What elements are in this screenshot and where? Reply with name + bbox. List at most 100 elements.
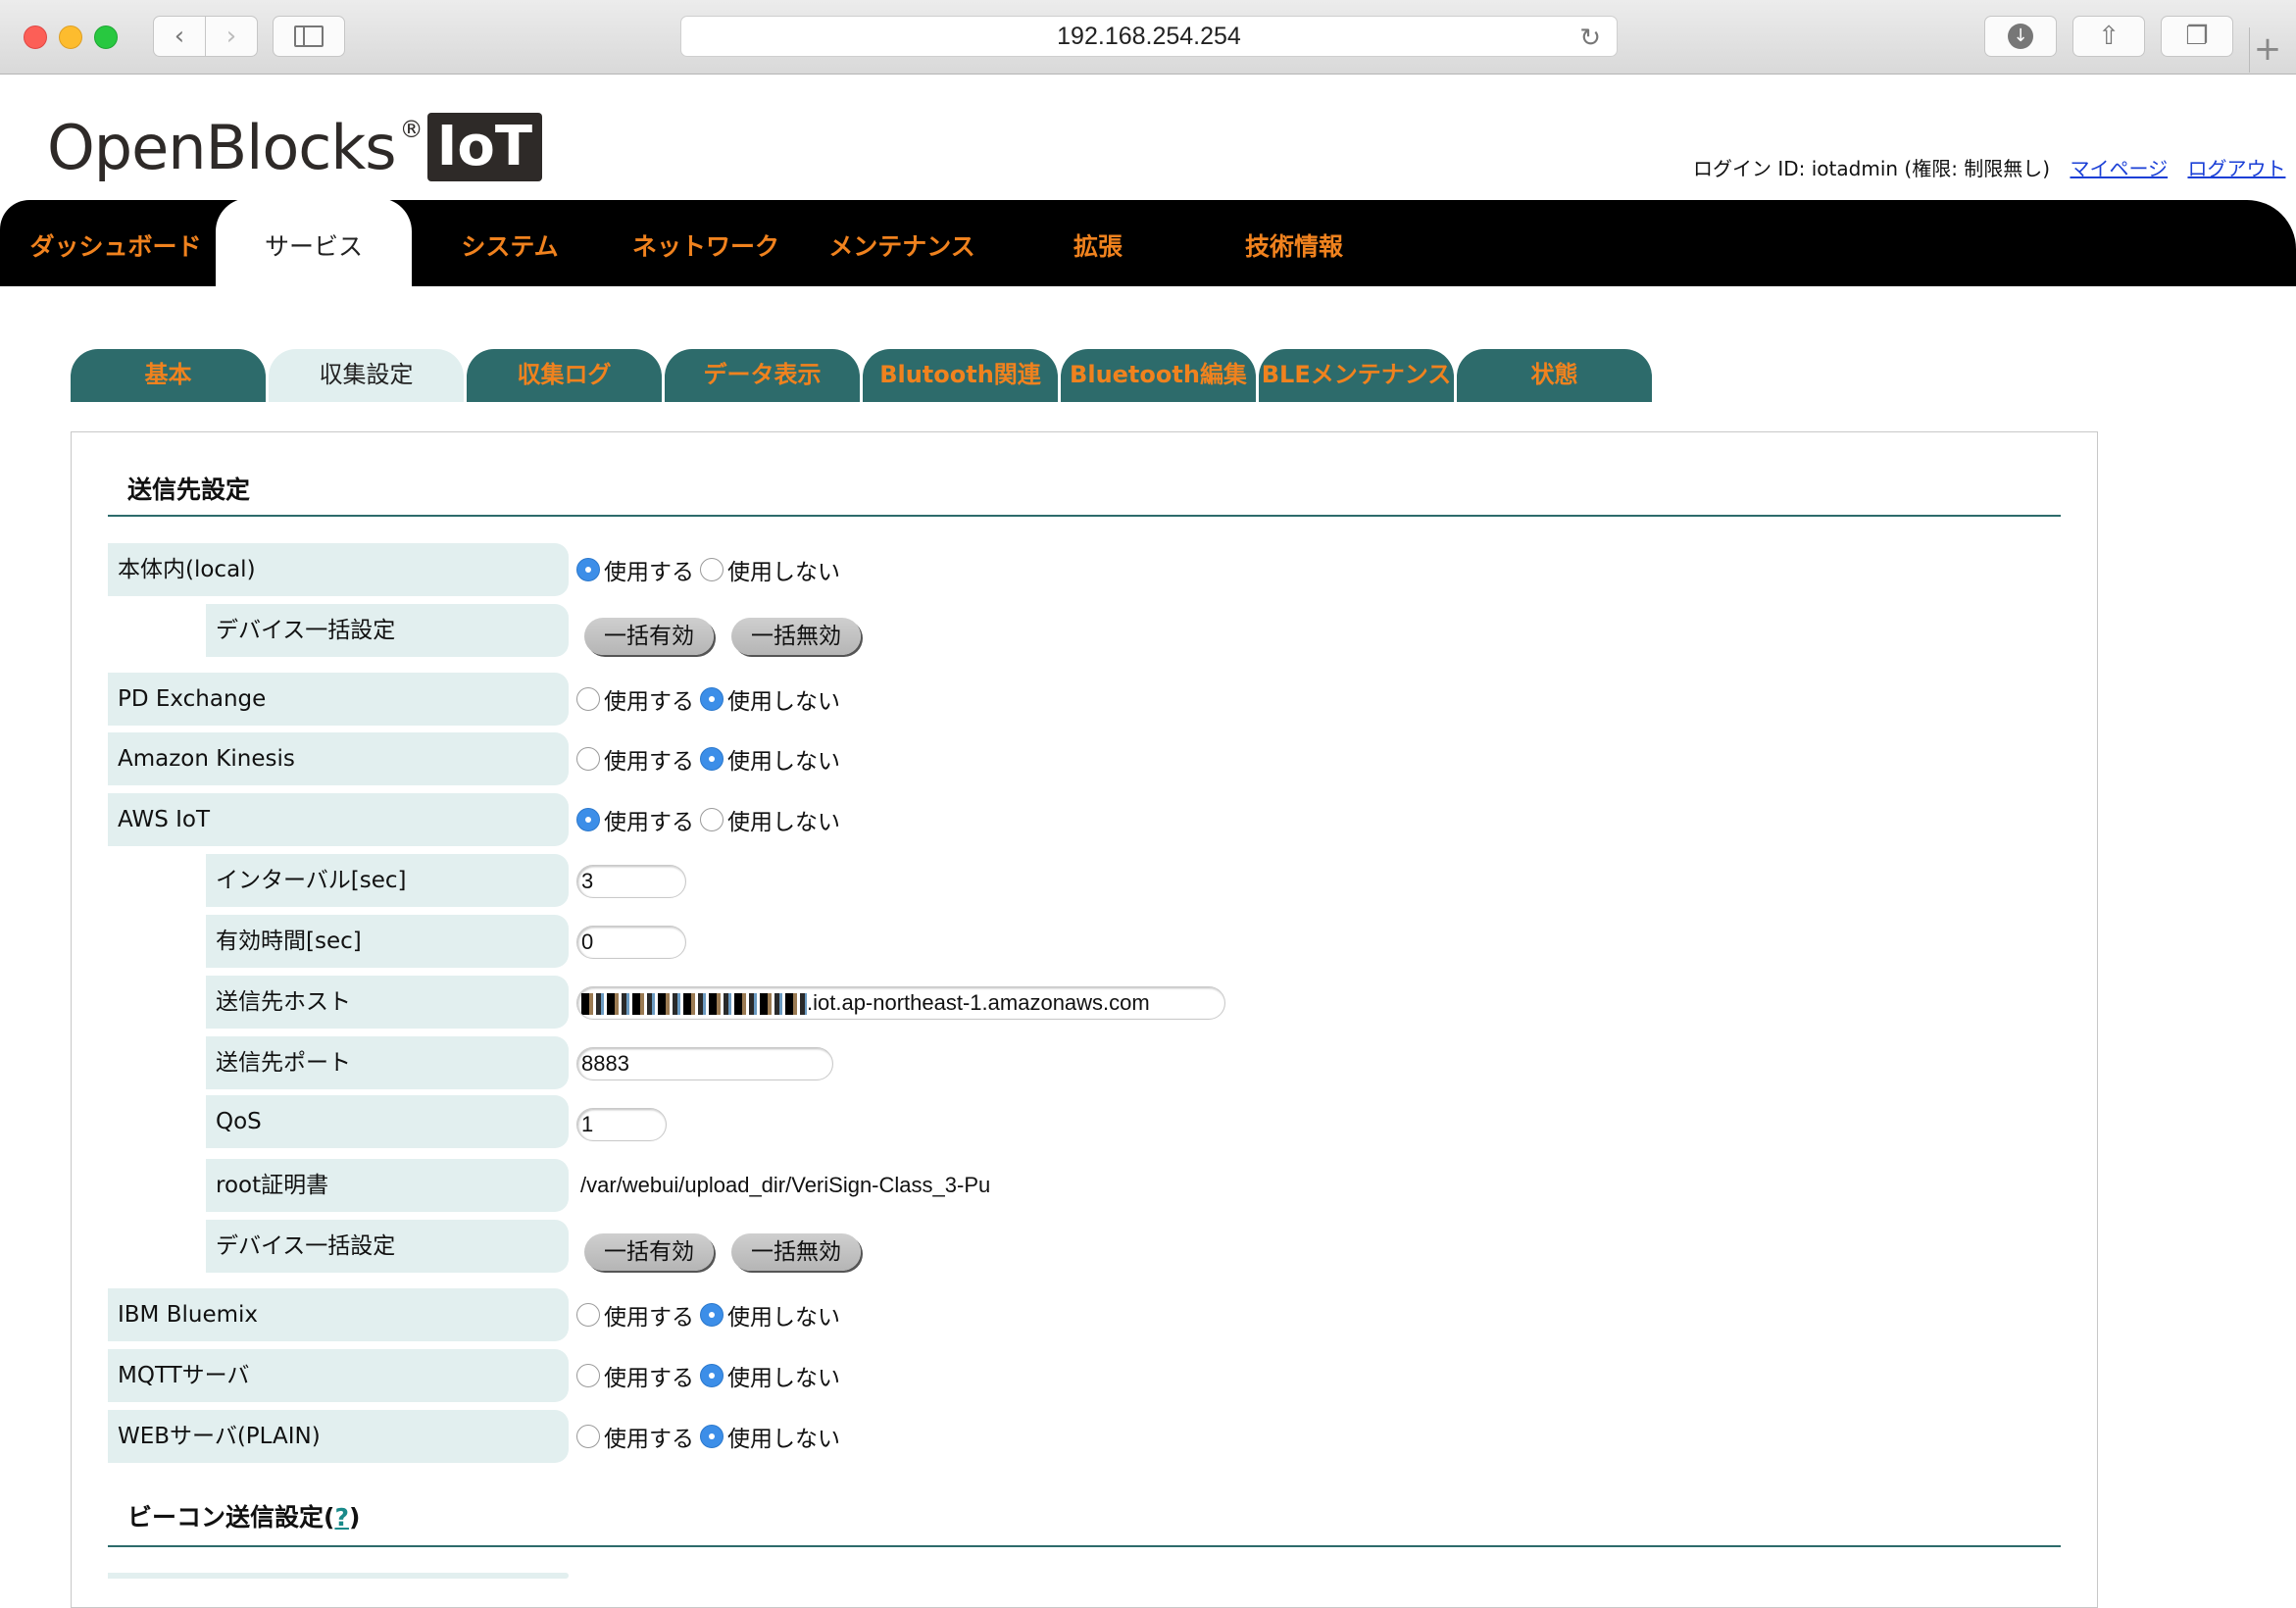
main-nav: ダッシュボード サービス システム ネットワーク メンテナンス 拡張 技術情報 xyxy=(0,198,2296,288)
nav-service[interactable]: サービス xyxy=(216,198,412,288)
beacon-title-text: ビーコン送信設定( xyxy=(127,1503,335,1532)
tab-ble-maintenance[interactable]: BLEメンテナンス xyxy=(1259,349,1454,402)
address-bar[interactable]: 192.168.254.254 ↻ xyxy=(680,16,1618,57)
section-title-beacon: ビーコン送信設定(?) xyxy=(127,1498,360,1533)
root-cert-input[interactable]: /var/webui/upload_dir/VeriSign-Class_3-P… xyxy=(576,1170,1029,1203)
login-info: ログイン ID: iotadmin (権限: 制限無し) xyxy=(1693,157,2051,180)
radio-aws-not-use[interactable] xyxy=(700,808,724,831)
label-host: 送信先ホスト xyxy=(206,976,569,1029)
radio-label-not-use: 使用しない xyxy=(727,749,840,775)
local-bulk-disable-button[interactable]: 一括無効 xyxy=(731,618,861,655)
radio-local-not-use[interactable] xyxy=(700,558,724,581)
radio-pd-use[interactable] xyxy=(576,687,600,711)
reload-icon[interactable]: ↻ xyxy=(1579,23,1601,53)
help-link[interactable]: ? xyxy=(334,1503,349,1532)
nav-dashboard[interactable]: ダッシュボード xyxy=(18,200,214,286)
qos-input[interactable]: 1 xyxy=(576,1108,667,1141)
radio-bluemix-not-use[interactable] xyxy=(700,1303,724,1327)
radio-label-not-use: 使用しない xyxy=(727,689,840,715)
radio-label-use: 使用する xyxy=(604,689,694,715)
radio-kinesis-use[interactable] xyxy=(576,747,600,771)
radio-bluemix-use[interactable] xyxy=(576,1303,600,1327)
host-input[interactable]: .iot.ap-northeast-1.amazonaws.com xyxy=(576,986,1225,1020)
label-interval: インターバル[sec] xyxy=(206,854,569,907)
tab-bluetooth-related[interactable]: Blutooth関連 xyxy=(863,349,1058,402)
section-title-destination: 送信先設定 xyxy=(127,476,251,504)
host-value: .iot.ap-northeast-1.amazonaws.com xyxy=(807,990,1150,1015)
minimize-window-button[interactable] xyxy=(59,25,82,49)
aws-bulk-enable-button[interactable]: 一括有効 xyxy=(584,1233,714,1271)
radio-web-use[interactable] xyxy=(576,1425,600,1448)
section-divider xyxy=(108,515,2061,517)
browser-toolbar: ‹ › 192.168.254.254 ↻ ↓ ⇧ ❐ + xyxy=(0,0,2296,75)
radio-label-use: 使用する xyxy=(604,560,694,585)
forward-button[interactable]: › xyxy=(205,16,258,57)
share-button[interactable]: ⇧ xyxy=(2072,16,2145,57)
local-bulk-enable-button[interactable]: 一括有効 xyxy=(584,618,714,655)
nav-system[interactable]: システム xyxy=(412,200,608,286)
radio-mqtt-use[interactable] xyxy=(576,1364,600,1387)
tab-collection-log[interactable]: 収集ログ xyxy=(467,349,662,402)
url-text: 192.168.254.254 xyxy=(1057,22,1241,50)
new-tab-button[interactable]: + xyxy=(2249,27,2285,73)
login-info-bar: ログイン ID: iotadmin (権限: 制限無し) マイページ ログアウト xyxy=(1693,153,2285,181)
nav-maintenance[interactable]: メンテナンス xyxy=(804,200,1000,286)
label-pd-exchange: PD Exchange xyxy=(108,673,569,726)
mypage-link[interactable]: マイページ xyxy=(2070,157,2168,180)
radio-group-web-plain: 使用する 使用しない xyxy=(576,1410,846,1463)
radio-label-use: 使用する xyxy=(604,749,694,775)
radio-pd-not-use[interactable] xyxy=(700,687,724,711)
port-input[interactable]: 8883 xyxy=(576,1047,833,1080)
label-aws-iot: AWS IoT xyxy=(108,793,569,846)
close-window-button[interactable] xyxy=(24,25,47,49)
tabs-overview-button[interactable]: ❐ xyxy=(2161,16,2233,57)
beacon-title-close: ) xyxy=(348,1503,361,1532)
download-icon: ↓ xyxy=(2008,24,2033,49)
logo-iot-badge: IoT xyxy=(426,113,543,181)
back-button[interactable]: ‹ xyxy=(153,16,206,57)
tab-bluetooth-edit[interactable]: Bluetooth編集 xyxy=(1061,349,1256,402)
chevron-left-icon: ‹ xyxy=(174,22,185,51)
radio-group-aws-iot: 使用する 使用しない xyxy=(576,793,846,846)
nav-extension[interactable]: 拡張 xyxy=(1000,200,1196,286)
radio-web-not-use[interactable] xyxy=(700,1425,724,1448)
radio-group-pd-exchange: 使用する 使用しない xyxy=(576,673,846,726)
radio-local-use[interactable] xyxy=(576,558,600,581)
tabs-icon: ❐ xyxy=(2185,22,2209,51)
radio-aws-use[interactable] xyxy=(576,808,600,831)
tab-data-display[interactable]: データ表示 xyxy=(665,349,860,402)
nav-network[interactable]: ネットワーク xyxy=(608,200,804,286)
label-local: 本体内(local) xyxy=(108,543,569,596)
logo-registered-mark: ® xyxy=(399,116,424,143)
tab-status[interactable]: 状態 xyxy=(1457,349,1652,402)
tab-basic[interactable]: 基本 xyxy=(71,349,266,402)
openblocks-logo: OpenBlocks ® IoT xyxy=(47,108,543,186)
chevron-right-icon: › xyxy=(225,22,237,51)
logo-text: OpenBlocks xyxy=(47,111,397,183)
radio-mqtt-not-use[interactable] xyxy=(700,1364,724,1387)
label-web-plain: WEBサーバ(PLAIN) xyxy=(108,1410,569,1463)
label-mqtt: MQTTサーバ xyxy=(108,1349,569,1402)
radio-group-local: 使用する 使用しない xyxy=(576,543,846,596)
redacted-host-prefix xyxy=(581,993,807,1016)
radio-label-not-use: 使用しない xyxy=(727,1366,840,1391)
radio-label-not-use: 使用しない xyxy=(727,560,840,585)
radio-kinesis-not-use[interactable] xyxy=(700,747,724,771)
tab-collection-settings[interactable]: 収集設定 xyxy=(269,349,464,402)
maximize-window-button[interactable] xyxy=(94,25,118,49)
radio-group-bluemix: 使用する 使用しない xyxy=(576,1288,846,1341)
radio-label-not-use: 使用しない xyxy=(727,1427,840,1452)
radio-label-not-use: 使用しない xyxy=(727,810,840,835)
sidebar-button[interactable] xyxy=(273,16,345,57)
section-divider-beacon xyxy=(108,1545,2061,1547)
interval-input[interactable]: 3 xyxy=(576,865,686,898)
radio-label-use: 使用する xyxy=(604,1305,694,1331)
downloads-button[interactable]: ↓ xyxy=(1984,16,2057,57)
logout-link[interactable]: ログアウト xyxy=(2187,157,2285,180)
radio-label-not-use: 使用しない xyxy=(727,1305,840,1331)
valid-time-input[interactable]: 0 xyxy=(576,926,686,959)
nav-tech-info[interactable]: 技術情報 xyxy=(1196,200,1392,286)
aws-bulk-disable-button[interactable]: 一括無効 xyxy=(731,1233,861,1271)
label-bluemix: IBM Bluemix xyxy=(108,1288,569,1341)
radio-group-mqtt: 使用する 使用しない xyxy=(576,1349,846,1402)
